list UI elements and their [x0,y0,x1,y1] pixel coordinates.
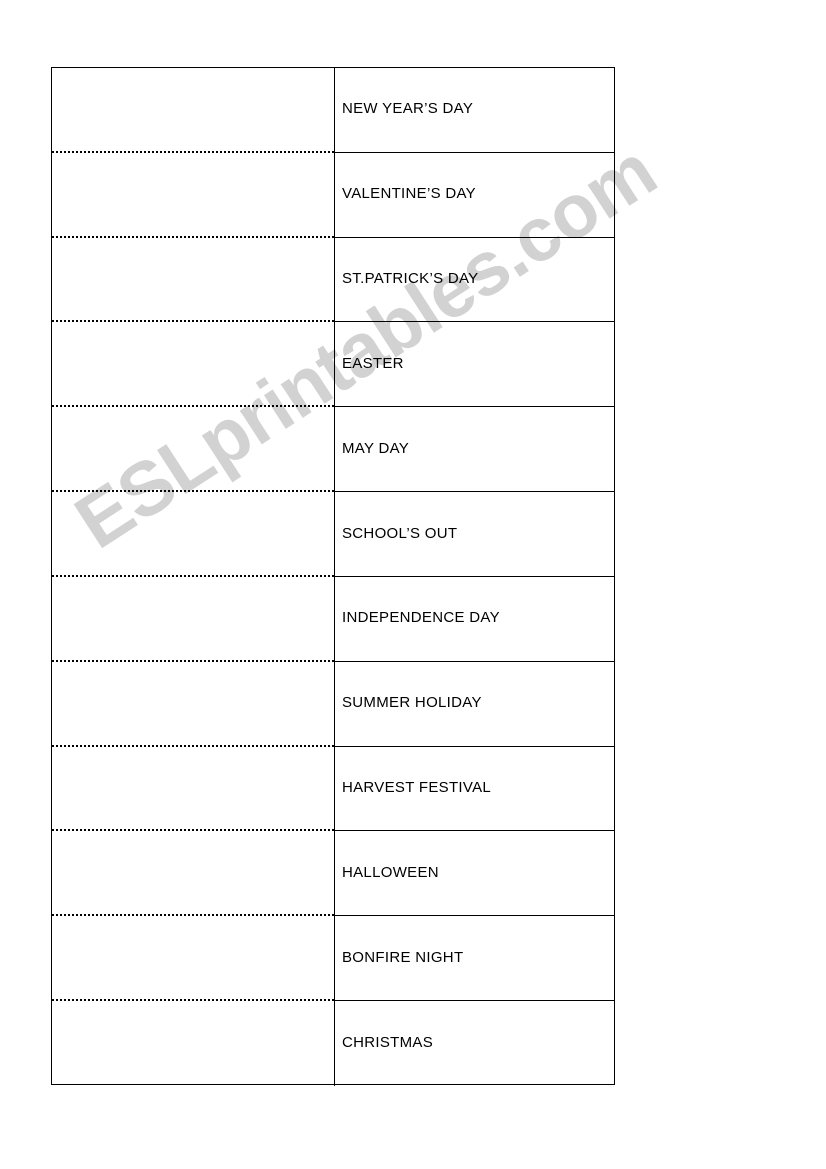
answer-blank-cell[interactable] [52,68,334,153]
holiday-label-text: CHRISTMAS [342,1034,434,1052]
table-row: NEW YEAR’S DAY [52,68,614,153]
answer-blank-cell[interactable] [52,916,334,1002]
holiday-label-text: HARVEST FESTIVAL [342,779,492,797]
table-row: VALENTINE’S DAY [52,152,614,238]
table-row: MAY DAY [52,407,614,493]
holiday-label-cell: MAY DAY [334,407,614,493]
answer-blank-cell[interactable] [52,238,334,323]
table-row: SCHOOL’S OUT [52,492,614,577]
answer-blank-cell[interactable] [52,492,334,577]
answer-blank-cell[interactable] [52,322,334,408]
table-row: ST.PATRICK’S DAY [52,237,614,323]
holiday-label-cell: ST.PATRICK’S DAY [334,237,614,323]
holiday-label-cell: SUMMER HOLIDAY [334,661,614,747]
holiday-label-text: SCHOOL’S OUT [342,524,458,542]
holidays-matching-table: NEW YEAR’S DAY VALENTINE’S DAY ST.PATRIC… [51,67,615,1086]
table-row: BONFIRE NIGHT [52,916,614,1002]
holiday-label-cell: EASTER [334,322,614,408]
holiday-label-cell: INDEPENDENCE DAY [334,576,614,662]
answer-blank-cell[interactable] [52,407,334,493]
holiday-label-text: SUMMER HOLIDAY [342,694,482,712]
answer-blank-cell[interactable] [52,747,334,832]
holiday-label-text: INDEPENDENCE DAY [342,609,500,627]
holiday-label-text: EASTER [342,354,404,372]
holiday-label-cell: CHRISTMAS [334,1001,614,1086]
holiday-label-text: BONFIRE NIGHT [342,948,464,966]
holiday-label-cell: VALENTINE’S DAY [334,152,614,238]
answer-blank-cell[interactable] [52,1001,334,1086]
answer-blank-cell[interactable] [52,153,334,238]
holiday-label-text: MAY DAY [342,439,410,457]
holiday-label-text: HALLOWEEN [342,863,439,881]
table-row: HARVEST FESTIVAL [52,746,614,832]
answer-blank-cell[interactable] [52,577,334,662]
table-row: EASTER [52,322,614,408]
answer-blank-cell[interactable] [52,831,334,917]
answer-blank-cell[interactable] [52,662,334,747]
table-row: CHRISTMAS [52,1001,614,1086]
holiday-label-text: NEW YEAR’S DAY [342,100,474,118]
holiday-label-cell: HALLOWEEN [334,831,614,917]
holiday-label-cell: HARVEST FESTIVAL [334,746,614,832]
table-row: SUMMER HOLIDAY [52,661,614,747]
holiday-label-text: VALENTINE’S DAY [342,185,476,203]
holiday-label-cell: SCHOOL’S OUT [334,492,614,577]
holiday-label-text: ST.PATRICK’S DAY [342,270,479,288]
table-row: HALLOWEEN [52,831,614,917]
table-row: INDEPENDENCE DAY [52,576,614,662]
holiday-label-cell: BONFIRE NIGHT [334,916,614,1002]
holiday-label-cell: NEW YEAR’S DAY [334,68,614,153]
worksheet-page: ESLprintables.com NEW YEAR’S DAY VALENTI… [0,0,826,1169]
